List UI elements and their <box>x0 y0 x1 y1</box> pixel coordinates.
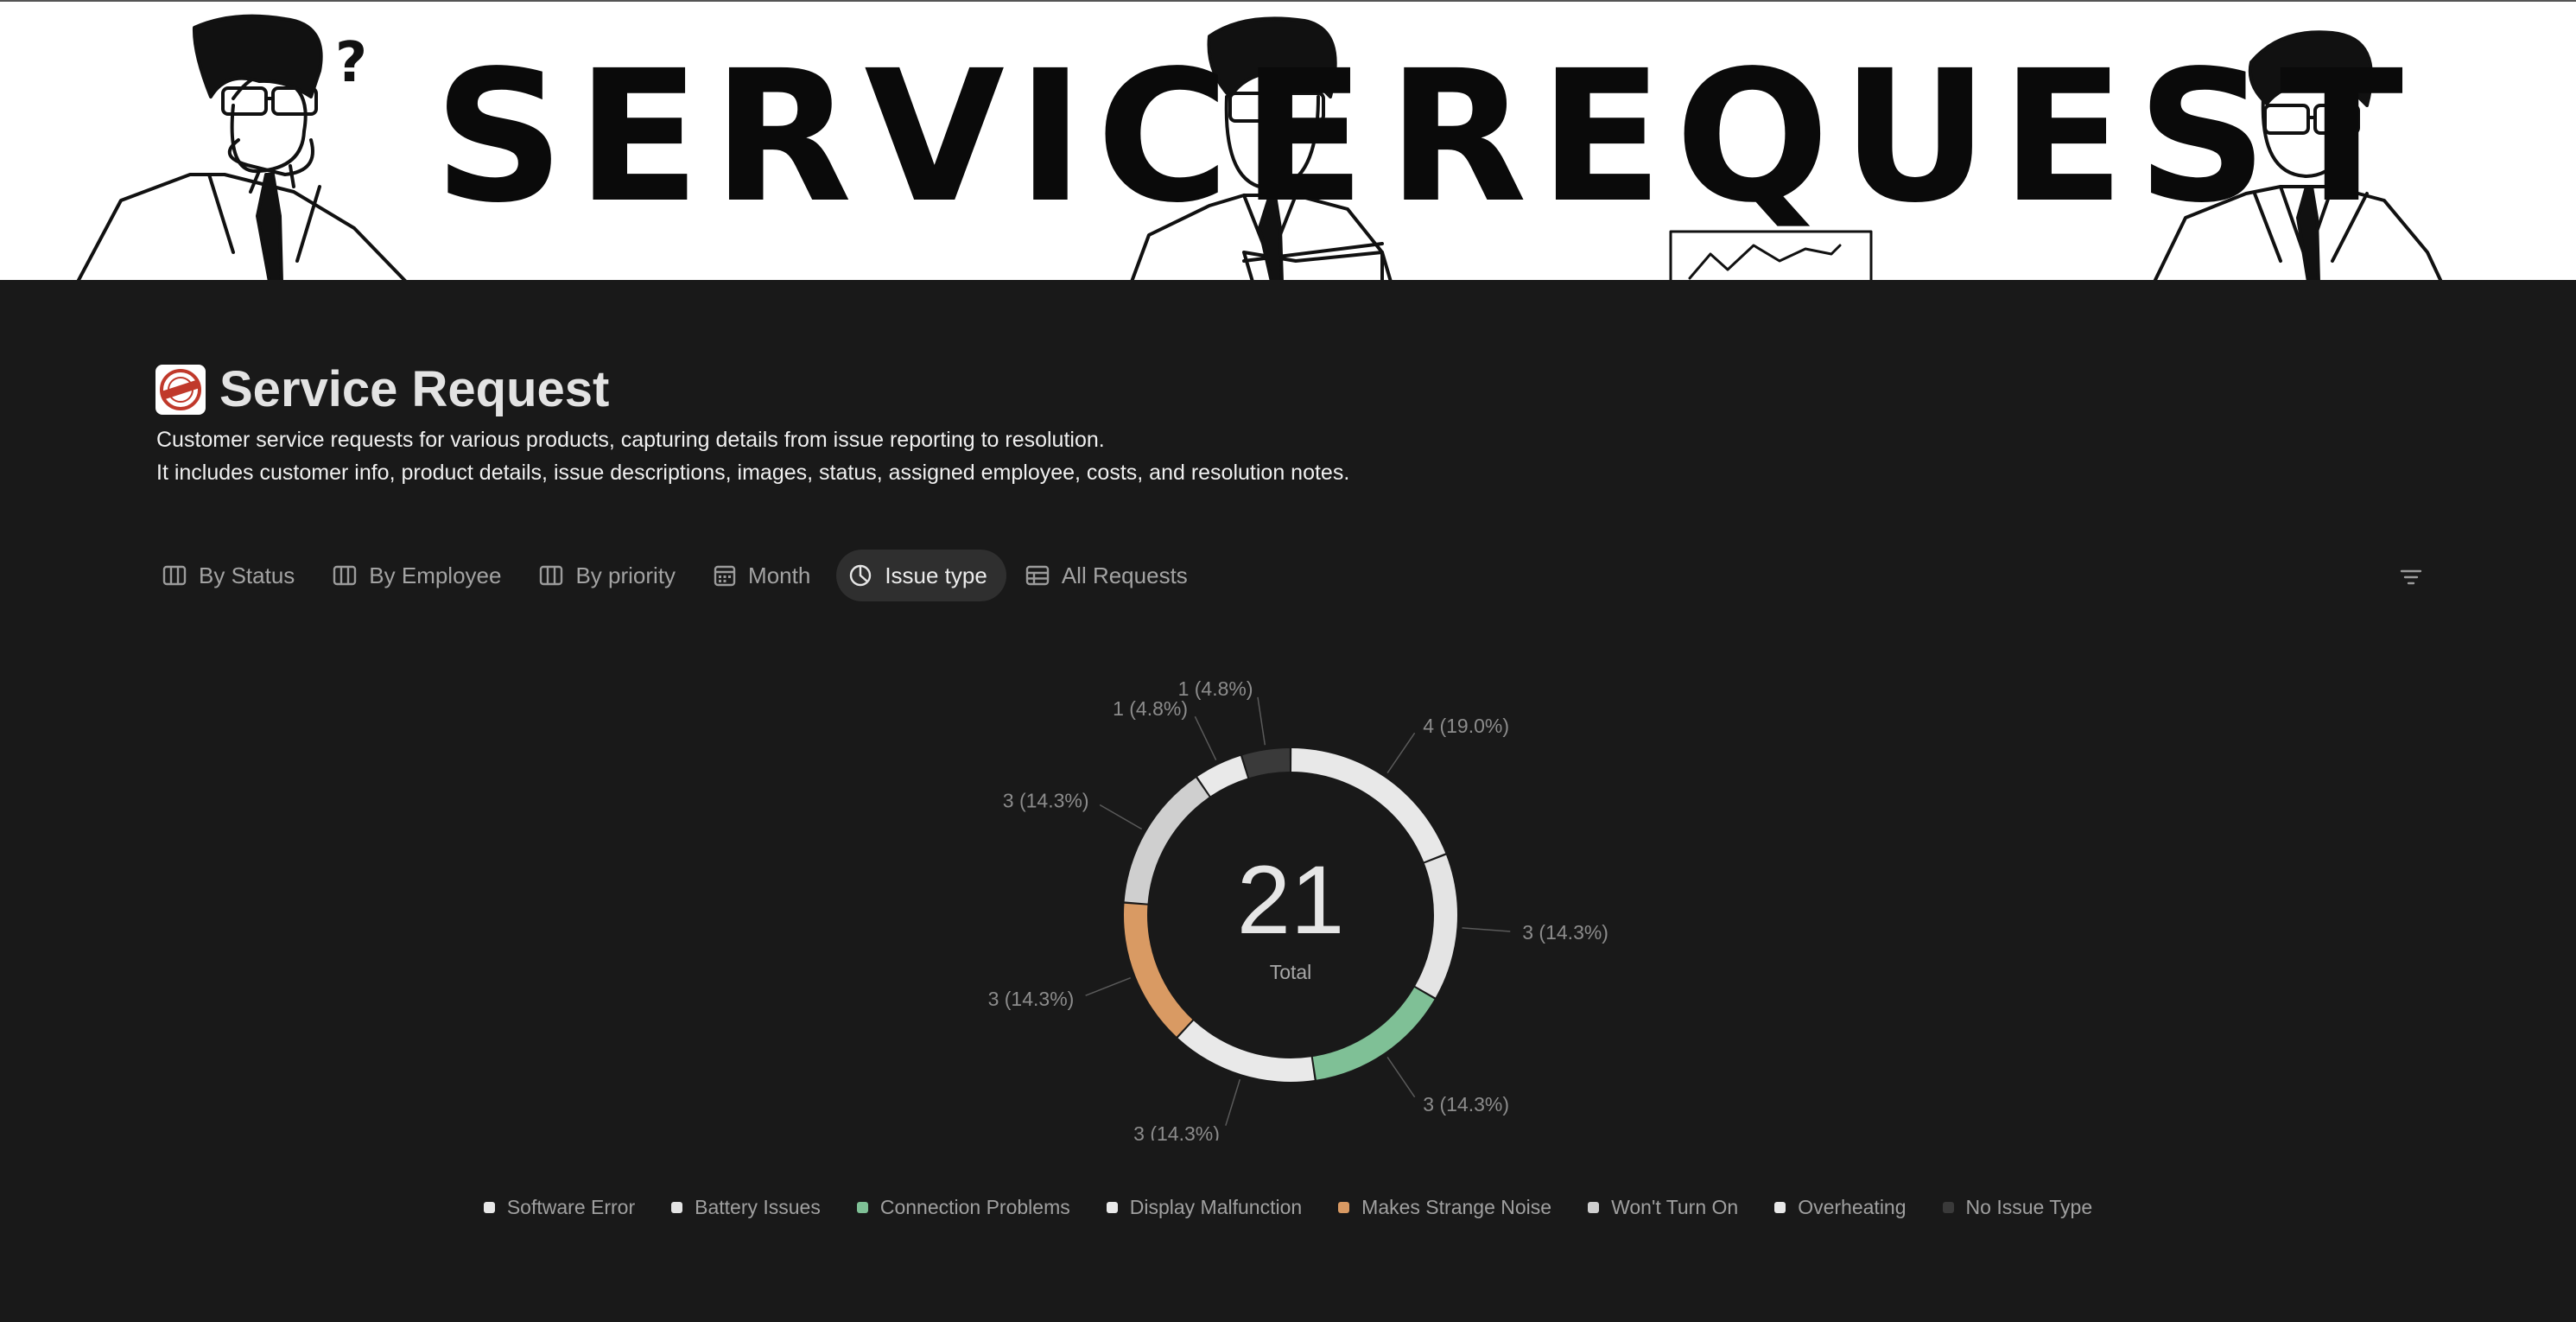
donut-leader-line <box>1386 1056 1416 1098</box>
board-icon <box>333 565 357 586</box>
tab-label: By Employee <box>369 562 502 588</box>
tab-label: By priority <box>575 562 676 588</box>
legend-swatch <box>1774 1202 1786 1213</box>
legend-swatch <box>1588 1202 1600 1213</box>
legend-item[interactable]: No Issue Type <box>1942 1196 2093 1219</box>
chart-legend: Software Error Battery Issues Connection P… <box>0 1196 2576 1219</box>
tab-label: Issue type <box>885 562 987 588</box>
tab-by-status[interactable]: By Status <box>150 550 314 601</box>
description-line-2: It includes customer info, product detai… <box>156 461 1350 485</box>
filter-icon <box>2400 569 2422 585</box>
tab-label: By Status <box>199 562 295 588</box>
donut-slice[interactable] <box>1197 755 1248 797</box>
tab-all-requests[interactable]: All Requests <box>1013 550 1207 601</box>
chart-total-label: Total <box>1269 961 1312 983</box>
tab-by-priority[interactable]: By priority <box>527 550 695 601</box>
page-description: Customer service requests for various pr… <box>156 423 1400 489</box>
page-title: Service Request <box>219 361 610 417</box>
legend-label: Battery Issues <box>695 1196 821 1218</box>
svg-text:?: ? <box>335 31 367 95</box>
legend-item[interactable]: Connection Problems <box>856 1196 1070 1219</box>
chart-total-value: 21 <box>1236 846 1345 954</box>
donut-data-label: 4 (19.0%) <box>1423 715 1509 737</box>
description-line-1: Customer service requests for various pr… <box>156 428 1105 452</box>
cover-banner: ? SERVICE REQUEST <box>0 0 2576 280</box>
legend-item[interactable]: Display Malfunction <box>1106 1196 1303 1219</box>
donut-data-label: 1 (4.8%) <box>1113 697 1188 720</box>
legend-item[interactable]: Makes Strange Noise <box>1338 1196 1551 1219</box>
tab-month[interactable]: Month <box>701 550 829 601</box>
donut-slice[interactable] <box>1312 987 1435 1080</box>
legend-label: Won't Turn On <box>1611 1196 1739 1218</box>
donut-data-label: 3 (14.3%) <box>988 988 1075 1010</box>
tab-issue-type[interactable]: Issue type <box>836 550 1006 601</box>
legend-item[interactable]: Overheating <box>1774 1196 1907 1219</box>
legend-item[interactable]: Battery Issues <box>671 1196 821 1219</box>
donut-leader-line <box>1194 715 1217 761</box>
page: ? SERVICE REQUEST Service Request Custom… <box>0 0 2576 1322</box>
table-icon <box>1025 565 1050 586</box>
donut-data-label: 3 (14.3%) <box>1133 1122 1220 1141</box>
donut-slice[interactable] <box>1242 748 1291 779</box>
legend-swatch <box>483 1202 495 1213</box>
donut-leader-line <box>1099 804 1143 830</box>
donut-data-label: 3 (14.3%) <box>1423 1093 1509 1115</box>
legend-label: Connection Problems <box>879 1196 1070 1218</box>
donut-slice[interactable] <box>1415 855 1457 998</box>
donut-leader-line <box>1257 696 1266 746</box>
donut-data-label: 1 (4.8%) <box>1178 677 1253 700</box>
donut-slice[interactable] <box>1124 778 1209 904</box>
filter-button[interactable] <box>2393 563 2429 591</box>
legend-label: Overheating <box>1798 1196 1907 1218</box>
tab-by-employee[interactable]: By Employee <box>320 550 520 601</box>
donut-slice[interactable] <box>1177 1020 1315 1083</box>
donut-data-label: 3 (14.3%) <box>1003 790 1089 812</box>
legend-swatch <box>1942 1202 1954 1213</box>
donut-leader-line <box>1386 732 1416 774</box>
donut-data-label: 3 (14.3%) <box>1522 921 1608 944</box>
banner-title-service: SERVICE <box>434 31 1378 243</box>
legend-item[interactable]: Won't Turn On <box>1588 1196 1738 1219</box>
warranty-stamp-icon <box>160 369 201 410</box>
legend-label: No Issue Type <box>1965 1196 2093 1218</box>
tab-label: All Requests <box>1061 562 1188 588</box>
legend-swatch <box>856 1202 868 1213</box>
donut-leader-line <box>1225 1078 1241 1126</box>
legend-label: Software Error <box>506 1196 636 1218</box>
legend-label: Makes Strange Noise <box>1361 1196 1552 1218</box>
tab-label: Month <box>748 562 811 588</box>
banner-title-request: REQUEST <box>1387 31 2416 243</box>
view-tabs: By Status By Employee By priority Month … <box>150 550 1207 601</box>
donut-slice[interactable] <box>1124 903 1193 1037</box>
donut-slice[interactable] <box>1291 748 1446 862</box>
pie-chart-icon <box>850 564 872 587</box>
donut-leader-line <box>1085 977 1132 996</box>
legend-swatch <box>671 1202 683 1213</box>
legend-item[interactable]: Software Error <box>483 1196 636 1219</box>
board-icon <box>540 565 563 586</box>
legend-label: Display Malfunction <box>1129 1196 1303 1218</box>
page-icon[interactable] <box>155 365 206 415</box>
calendar-icon <box>714 565 736 587</box>
board-icon <box>162 565 187 586</box>
legend-swatch <box>1338 1202 1350 1213</box>
donut-leader-line <box>1462 927 1511 932</box>
legend-swatch <box>1106 1202 1118 1213</box>
